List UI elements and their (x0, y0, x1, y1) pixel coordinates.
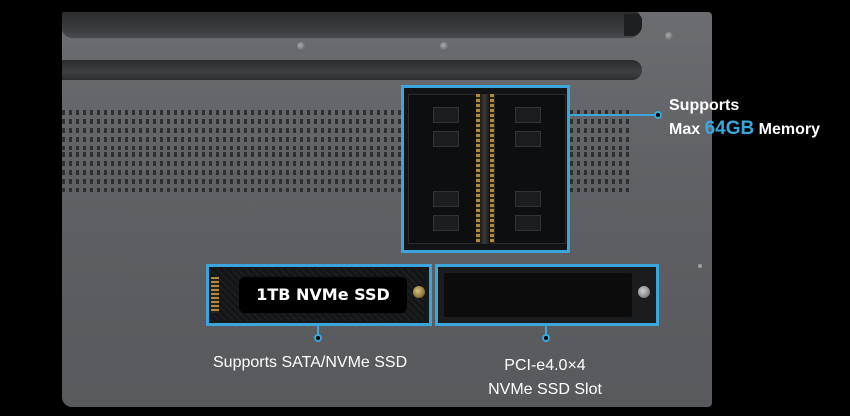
ssd-connector (211, 277, 219, 313)
vent-grille-lower-right (570, 152, 632, 192)
memory-callout-line1: Supports (669, 97, 740, 114)
memory-suffix: Memory (754, 121, 821, 138)
memory-callout-line (570, 114, 656, 116)
empty-slot (444, 273, 632, 317)
ram-slot-center (480, 94, 489, 244)
memory-prefix: Max (669, 121, 705, 138)
memory-slots-highlight (401, 85, 570, 253)
screw-icon (440, 42, 448, 50)
rubber-foot-bar (62, 60, 642, 80)
memory-chip (515, 131, 541, 147)
screw-icon (638, 286, 650, 298)
memory-capacity: 64GB (704, 118, 755, 139)
empty-ssd-slot-highlight (435, 264, 659, 326)
memory-chip (433, 215, 459, 231)
memory-chip (433, 131, 459, 147)
ram-module-left (408, 94, 480, 244)
screw-icon (665, 32, 673, 40)
memory-chip (515, 215, 541, 231)
vent-grille-upper-right (570, 110, 632, 150)
screw-icon (297, 42, 305, 50)
ssd-callout: Supports SATA/NVMe SSD (213, 354, 408, 371)
ssd-label: 1TB NVMe SSD (239, 277, 407, 313)
memory-chip (515, 191, 541, 207)
memory-chip (433, 191, 459, 207)
ssd-callout-dot (314, 334, 322, 342)
slot-callout: PCI-e4.0×4 NVMe SSD Slot (480, 354, 610, 402)
vent-grille-upper (62, 110, 407, 150)
memory-callout: Supports Max 64GB Memory (669, 94, 820, 141)
memory-callout-dot (654, 111, 662, 119)
laptop-hinge (62, 12, 640, 38)
ram-module-right (494, 94, 566, 244)
indicator-dot (698, 264, 702, 268)
screw-icon (413, 286, 425, 298)
slot-callout-line2: NVMe SSD Slot (488, 381, 602, 398)
vent-grille-lower (62, 152, 407, 192)
installed-ssd-highlight: 1TB NVMe SSD (206, 264, 432, 326)
memory-chip (515, 107, 541, 123)
hinge-end (624, 14, 642, 36)
slot-callout-dot (542, 334, 550, 342)
memory-chip (433, 107, 459, 123)
memory-callout-line2: Max 64GB Memory (669, 117, 820, 141)
slot-callout-line1: PCI-e4.0×4 (504, 357, 586, 374)
